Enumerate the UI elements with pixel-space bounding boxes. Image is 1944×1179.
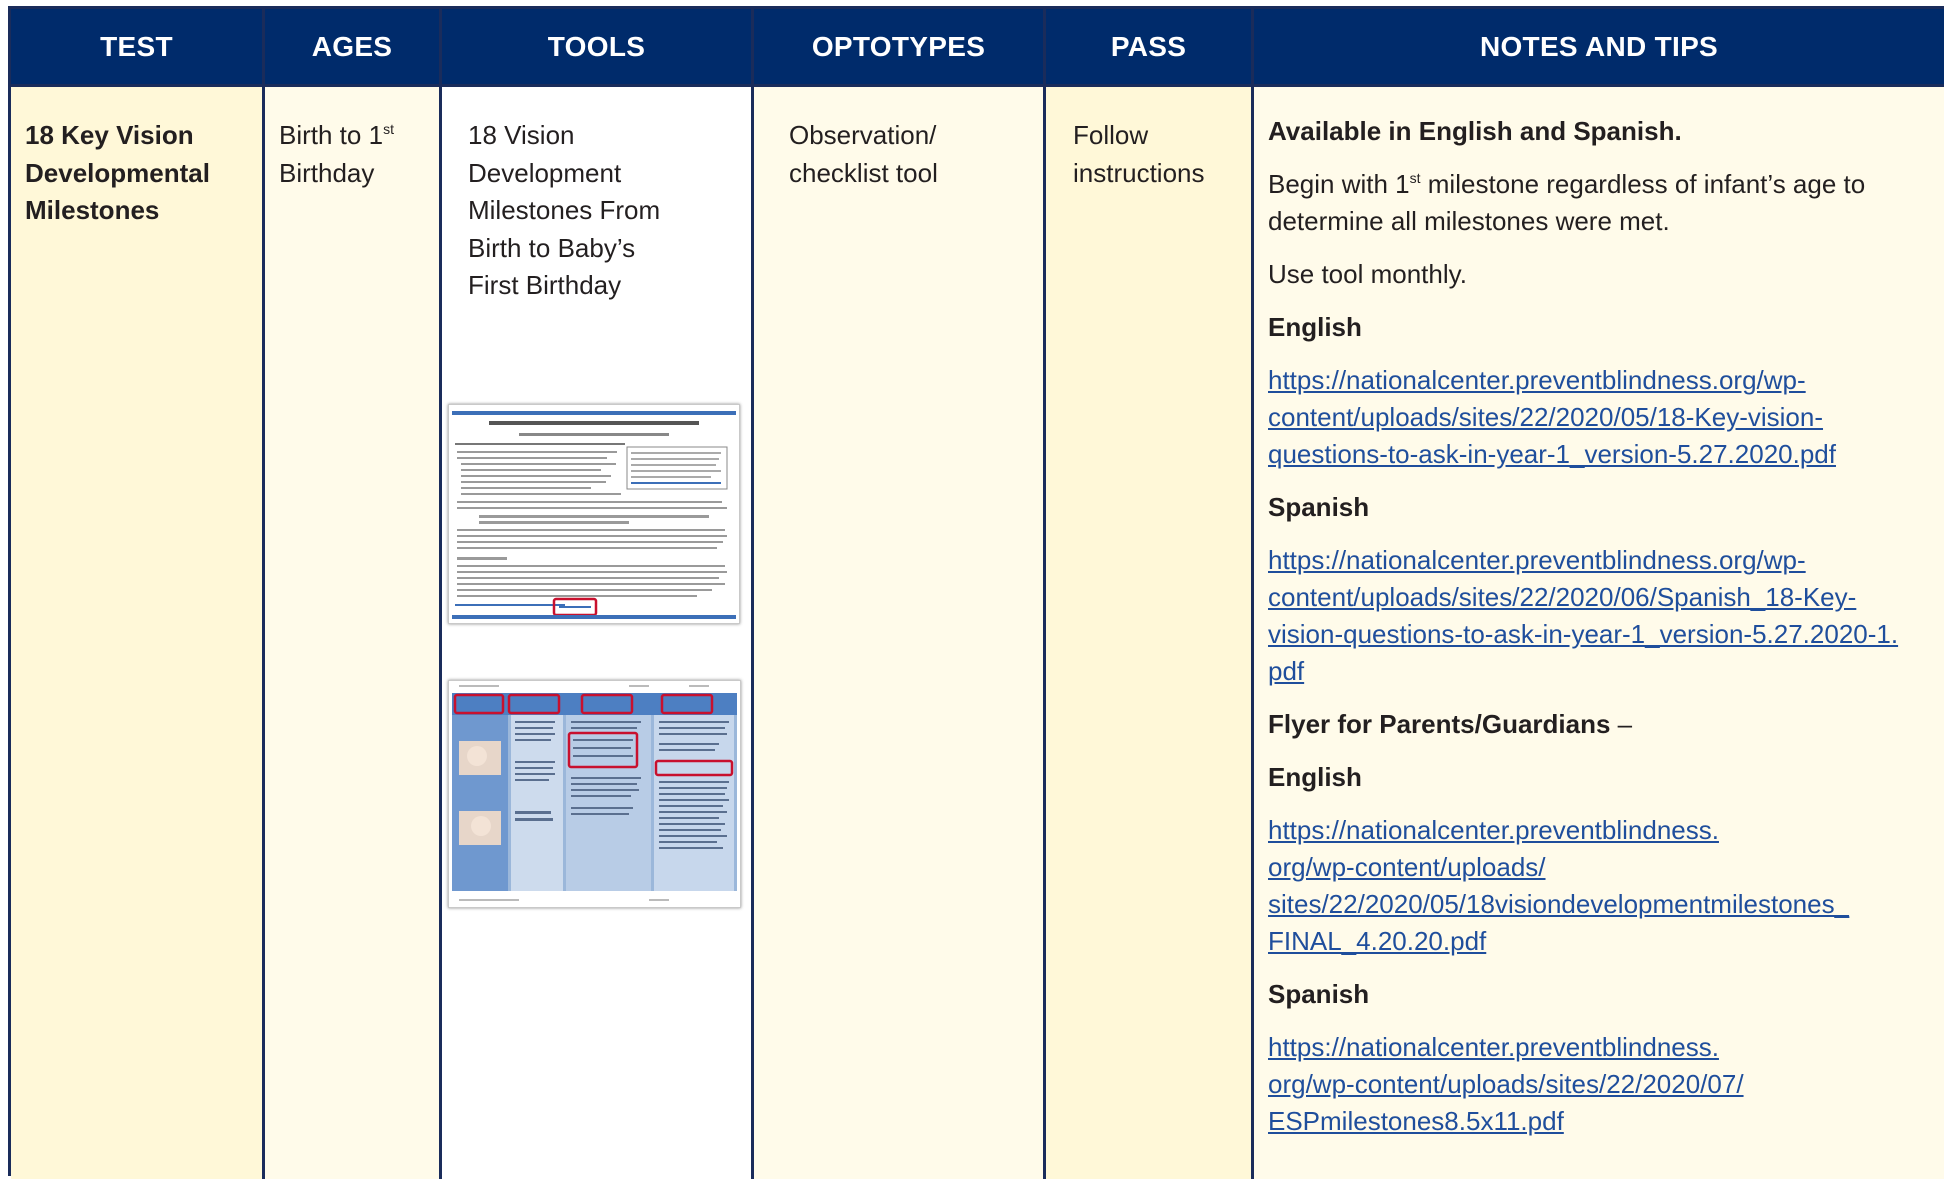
document-preview-image xyxy=(449,405,739,623)
spanish-link[interactable]: https://nationalcenter.preventblindness.… xyxy=(1268,542,1932,690)
cell-ages: Birth to 1st Birthday xyxy=(265,87,442,1179)
begin-note: Begin with 1st milestone regardless of i… xyxy=(1268,169,1866,236)
header-pass: PASS xyxy=(1046,9,1254,87)
flyer-thumbnail-milestones xyxy=(448,680,741,908)
english-link[interactable]: https://nationalcenter.preventblindness.… xyxy=(1268,362,1932,473)
pass-text: Follow instructions xyxy=(1073,120,1205,188)
test-name: 18 Key Vision Developmental Milestones xyxy=(25,120,210,225)
header-test: TEST xyxy=(11,9,265,87)
cell-tools: 18 Vision Development Milestones From Bi… xyxy=(442,87,754,1179)
tools-text: 18 Vision Development Milestones From Bi… xyxy=(468,120,661,300)
cell-notes: Available in English and Spanish. Begin … xyxy=(1254,87,1944,1179)
ages-text: Birth to 1st Birthday xyxy=(279,120,394,188)
header-notes-and-tips: NOTES AND TIPS xyxy=(1254,9,1944,87)
spanish-label: Spanish xyxy=(1268,492,1370,522)
header-tools: TOOLS xyxy=(442,9,754,87)
header-optotypes: OPTOTYPES xyxy=(754,9,1046,87)
document-thumbnail-questions xyxy=(448,404,740,624)
header-ages: AGES xyxy=(265,9,442,87)
flyer-english-link[interactable]: https://nationalcenter.preventblindness.… xyxy=(1268,812,1932,960)
cell-pass: Follow instructions xyxy=(1046,87,1254,1179)
monthly-note: Use tool monthly. xyxy=(1268,259,1467,289)
cell-optotypes: Observation/ checklist tool xyxy=(754,87,1046,1179)
vision-test-table: TEST AGES TOOLS OPTOTYPES PASS NOTES AND… xyxy=(8,6,1944,1179)
optotypes-text: Observation/ checklist tool xyxy=(789,120,938,188)
availability-note: Available in English and Spanish. xyxy=(1268,116,1682,146)
flyer-spanish-label: Spanish xyxy=(1268,979,1370,1009)
flyer-english-label: English xyxy=(1268,762,1362,792)
flyer-preview-image xyxy=(449,681,740,907)
cell-test-name: 18 Key Vision Developmental Milestones xyxy=(11,87,265,1179)
flyer-spanish-link[interactable]: https://nationalcenter.preventblindness.… xyxy=(1268,1029,1932,1140)
flyer-label: Flyer for Parents/Guardians – xyxy=(1268,709,1633,739)
english-label: English xyxy=(1268,312,1362,342)
